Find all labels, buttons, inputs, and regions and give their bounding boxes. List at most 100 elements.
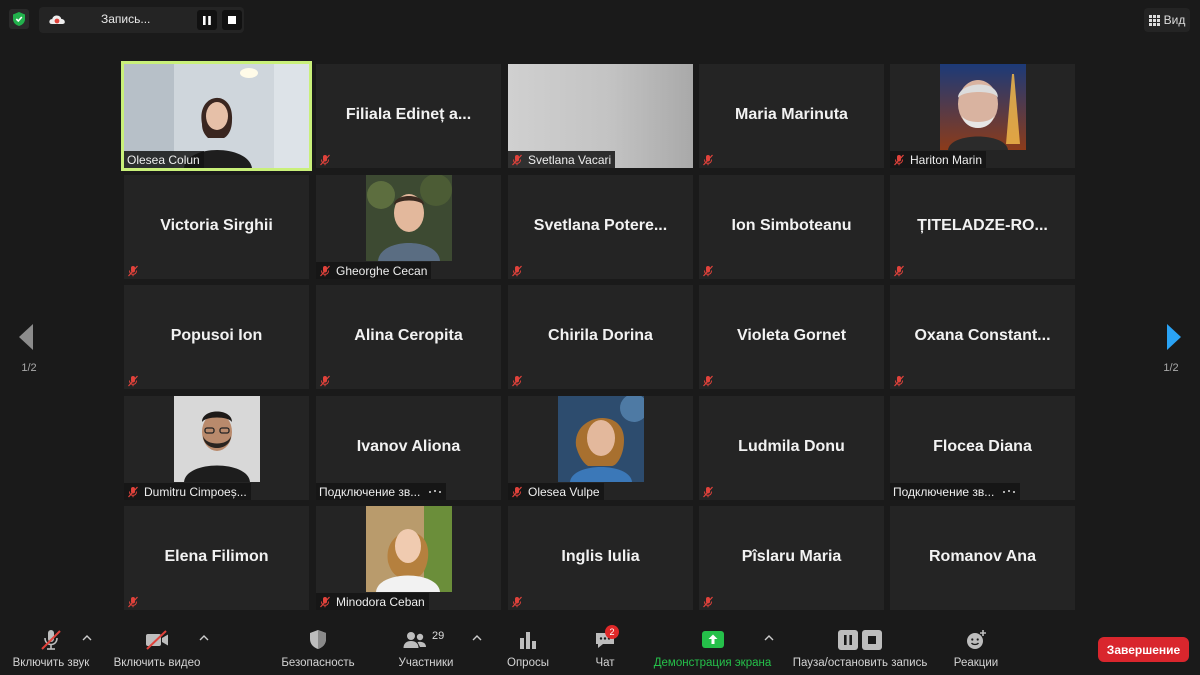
participant-name: Alina Ceropita (354, 327, 463, 345)
participant-label-bar: Olesea Colun (124, 151, 204, 168)
profile-photo (939, 64, 1026, 150)
polls-button[interactable]: Опросы (503, 628, 553, 669)
microphone-muted-icon (703, 265, 713, 276)
participant-name: Ludmila Donu (738, 438, 845, 456)
start-video-button[interactable]: Включить видео (110, 628, 204, 669)
participant-tile[interactable]: Svetlana Potere... (508, 175, 693, 279)
participant-tile[interactable]: Popusoi Ion (124, 285, 309, 389)
participant-tile[interactable]: Svetlana Vacari (508, 64, 693, 168)
next-page-button[interactable]: 1/2 (1156, 322, 1186, 382)
pause-icon (838, 630, 858, 650)
participant-tile[interactable]: Filiala Edineț a... (316, 64, 501, 168)
participant-name: Flocea Diana (933, 438, 1032, 456)
end-meeting-button[interactable]: Завершение (1098, 637, 1189, 662)
microphone-muted-icon (512, 265, 522, 276)
participant-tile[interactable]: Ivanov Aliona Подключение зв... (316, 396, 501, 500)
participant-name: Elena Filimon (164, 548, 269, 566)
chat-label: Чат (595, 657, 615, 669)
participant-tile[interactable]: ȚITELADZE-RO... (890, 175, 1075, 279)
participant-tile[interactable]: Ion Simboteanu (699, 175, 884, 279)
stop-recording-button[interactable] (222, 10, 242, 30)
participant-label: Подключение зв... (319, 484, 421, 499)
microphone-muted-icon (703, 486, 713, 497)
page-indicator-right: 1/2 (1163, 362, 1179, 374)
participants-button[interactable]: 29 Участники (394, 628, 458, 669)
participant-label-bar: Подключение зв... (316, 483, 447, 500)
microphone-muted-icon (894, 154, 904, 165)
participant-tile[interactable]: Hariton Marin (890, 64, 1075, 168)
participant-label-bar: Svetlana Vacari (508, 151, 616, 168)
participant-tile[interactable]: Alina Ceropita (316, 285, 501, 389)
participant-tile[interactable]: Olesea Vulpe (508, 396, 693, 500)
participant-label-bar (124, 593, 148, 610)
microphone-muted-icon (703, 154, 713, 165)
participant-label-bar (699, 483, 723, 500)
chat-button[interactable]: 2 Чат (585, 625, 625, 669)
view-label: Вид (1163, 13, 1186, 27)
participant-tile[interactable]: Oxana Constant... (890, 285, 1075, 389)
recording-label: Запись... (101, 12, 151, 26)
reactions-button[interactable]: Реакции (950, 628, 1002, 669)
microphone-muted-icon (512, 486, 522, 497)
participant-name: Ivanov Aliona (356, 438, 461, 456)
participant-label: Olesea Vulpe (528, 484, 600, 499)
participant-label-bar (508, 593, 532, 610)
participants-count: 29 (432, 630, 445, 642)
pause-stop-recording-button[interactable]: Пауза/остановить запись (788, 628, 932, 669)
participant-tile[interactable]: Ludmila Donu (699, 396, 884, 500)
participants-options-chevron-up-icon[interactable] (472, 634, 482, 642)
participant-tile[interactable]: Gheorghe Cecan (316, 175, 501, 279)
participant-label-bar (699, 372, 723, 389)
participant-tile[interactable]: Victoria Sirghii (124, 175, 309, 279)
chat-bubble-icon: 2 (591, 625, 619, 652)
participant-label-bar: Dumitru Cimpoeș... (124, 483, 251, 500)
share-screen-button[interactable]: Демонстрация экрана (650, 628, 775, 669)
participant-tile[interactable]: Dumitru Cimpoeș... (124, 396, 309, 500)
participant-label-bar (699, 593, 723, 610)
pause-recording-button[interactable] (197, 10, 217, 30)
microphone-muted-icon (894, 375, 904, 386)
microphone-muted-icon (512, 154, 522, 165)
participant-tile[interactable]: Romanov Ana (890, 506, 1075, 610)
participant-label-bar: Olesea Vulpe (508, 483, 604, 500)
participant-tile[interactable]: Flocea Diana Подключение зв... (890, 396, 1075, 500)
loading-dots-icon (1003, 489, 1016, 493)
chat-unread-badge: 2 (605, 625, 619, 639)
microphone-muted-icon (320, 265, 330, 276)
security-button[interactable]: Безопасность (280, 628, 356, 669)
participant-tile[interactable]: Minodora Ceban (316, 506, 501, 610)
participant-label-bar: Minodora Ceban (316, 593, 429, 610)
participant-tile[interactable]: Pîslaru Maria (699, 506, 884, 610)
participant-name: Svetlana Potere... (533, 217, 668, 235)
unmute-button[interactable]: Включить звук (10, 628, 92, 669)
participant-label-bar (508, 372, 532, 389)
profile-photo (173, 396, 260, 482)
participant-tile[interactable]: Inglis Iulia (508, 506, 693, 610)
participant-label-bar (890, 262, 914, 279)
loading-dots-icon (429, 489, 442, 493)
page-indicator-left: 1/2 (21, 362, 37, 374)
participant-tile[interactable]: Olesea Colun (121, 61, 312, 171)
participant-label: Подключение зв... (893, 484, 995, 499)
video-options-chevron-up-icon[interactable] (199, 634, 209, 642)
participant-label-bar: Gheorghe Cecan (316, 262, 432, 279)
participant-label-bar (890, 372, 914, 389)
participant-tile[interactable]: Violeta Gornet (699, 285, 884, 389)
audio-options-chevron-up-icon[interactable] (82, 634, 92, 642)
profile-photo (365, 506, 452, 592)
profile-photo (365, 175, 452, 261)
recording-indicator: Запись... (39, 7, 244, 33)
participant-tile[interactable]: Elena Filimon (124, 506, 309, 610)
participant-tile[interactable]: Chirila Dorina (508, 285, 693, 389)
view-button[interactable]: Вид (1144, 8, 1190, 32)
profile-photo (557, 396, 648, 482)
encryption-shield-icon[interactable] (9, 9, 29, 29)
participant-tile[interactable]: Maria Marinuta (699, 64, 884, 168)
participants-icon: 29 (402, 628, 450, 652)
previous-page-button[interactable]: 1/2 (14, 322, 44, 382)
share-options-chevron-up-icon[interactable] (764, 634, 774, 642)
participant-label: Hariton Marin (910, 152, 983, 167)
participant-label: Svetlana Vacari (528, 152, 612, 167)
pause-stop-recording-icon (838, 628, 882, 652)
microphone-muted-icon (512, 596, 522, 607)
